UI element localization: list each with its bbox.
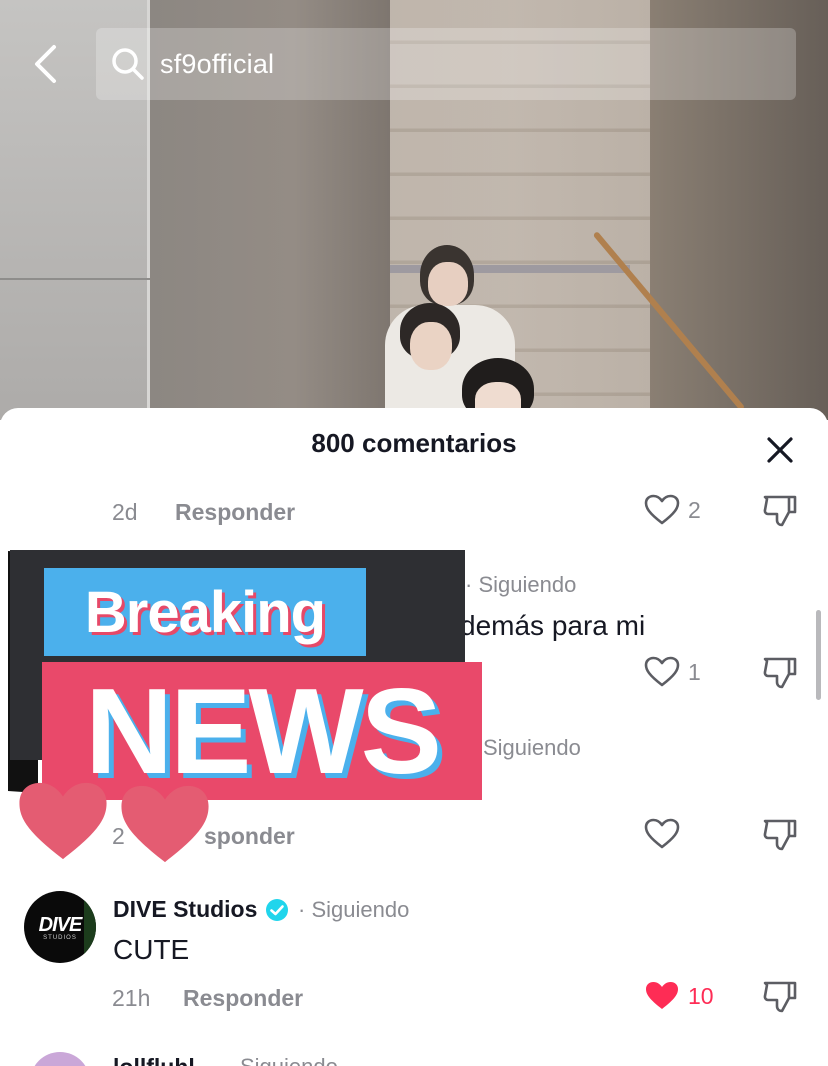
person-1-face: [428, 262, 468, 306]
sticker-news-text: NEWS: [85, 663, 442, 799]
comment-username[interactable]: DIVE Studios: [113, 896, 289, 923]
like-count: 2: [688, 496, 701, 523]
following-label: Siguiendo: [240, 1054, 338, 1066]
like-count: 10: [688, 982, 714, 1009]
heart-outline-icon: [644, 656, 680, 687]
avatar-logo-subtext: STUDIOS: [43, 934, 77, 941]
sticker-breaking-banner: Breaking: [44, 568, 366, 656]
heart-filled-icon: [646, 982, 678, 1009]
avatar[interactable]: DIVE STUDIOS: [24, 891, 96, 963]
close-button[interactable]: [760, 430, 800, 470]
avatar[interactable]: [30, 1052, 90, 1066]
like-count: 1: [688, 658, 701, 685]
like-button[interactable]: 1: [644, 656, 701, 688]
sticker-breaking-text: Breaking: [84, 579, 326, 645]
heart-outline-icon: [644, 494, 680, 525]
like-button[interactable]: 10: [644, 980, 714, 1012]
avatar-edge: [84, 891, 96, 963]
following-label: · Siguiendo: [298, 897, 410, 922]
comment-time: 2d: [112, 499, 138, 525]
reply-button[interactable]: Responder: [175, 499, 295, 526]
search-icon: [112, 48, 144, 80]
dislike-icon[interactable]: [762, 816, 798, 852]
dislike-icon[interactable]: [762, 492, 798, 528]
video-wall-seam: [0, 278, 150, 280]
reply-button[interactable]: Responder: [183, 985, 303, 1012]
dislike-icon[interactable]: [762, 654, 798, 690]
comment-text: CUTE: [113, 934, 190, 965]
back-arrow-icon: [35, 45, 56, 83]
comment-username[interactable]: lollfluhl...: [113, 1054, 214, 1066]
heart-sticker-icon: [19, 782, 107, 860]
comment-time: 21h: [112, 985, 151, 1011]
following-label: Siguiendo: [483, 735, 581, 760]
comments-title: 800 comentarios: [311, 428, 517, 458]
person-2-face: [410, 322, 452, 370]
breaking-news-sticker: Breaking NEWS: [8, 550, 488, 870]
like-button[interactable]: 2: [644, 494, 701, 526]
avatar-logo-text: DIVE: [38, 913, 83, 936]
search-input[interactable]: sf9official: [96, 28, 796, 100]
heart-sticker-icon: [121, 785, 209, 863]
back-button[interactable]: [22, 40, 68, 88]
like-button[interactable]: [644, 818, 680, 850]
scrollbar[interactable]: [816, 610, 821, 700]
username-text: DIVE Studios: [113, 896, 258, 922]
close-icon: [767, 437, 793, 463]
verified-icon: [266, 898, 289, 921]
heart-outline-icon: [644, 818, 680, 849]
search-query: sf9official: [160, 48, 275, 79]
dislike-icon[interactable]: [762, 978, 798, 1014]
